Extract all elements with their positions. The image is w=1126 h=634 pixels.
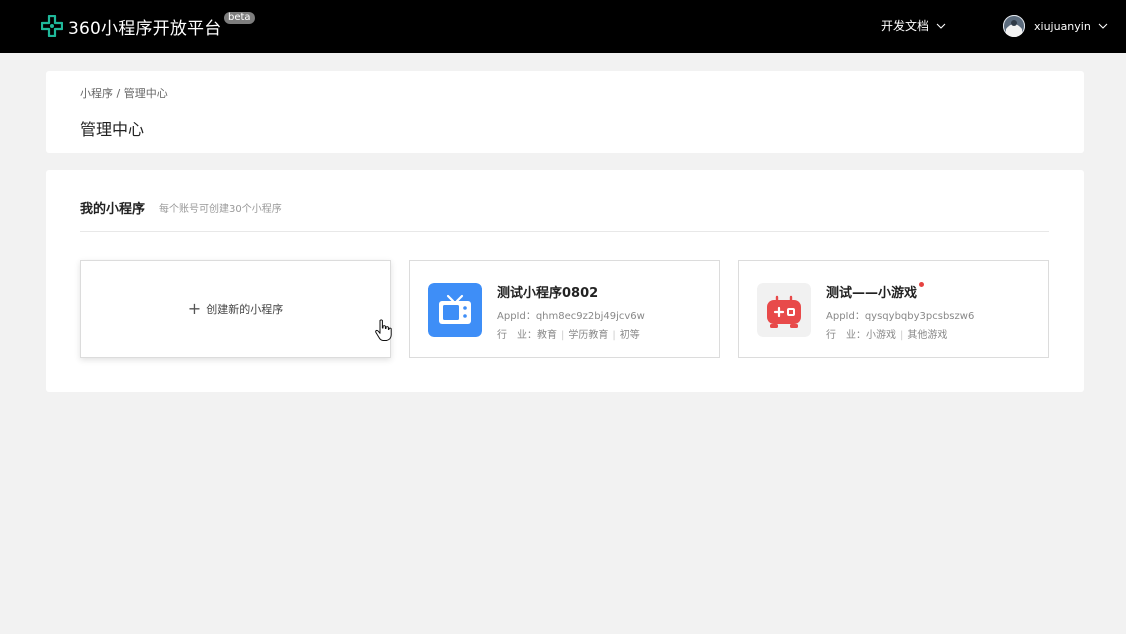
breadcrumb-item-manage: 管理中心 (123, 87, 168, 100)
platform-logo[interactable]: 360小程序开放平台 (41, 12, 221, 40)
miniprogram-card[interactable]: 测试小程序0802 AppId：qhm8ec9z2bj49jcv6w 行 业：教… (409, 260, 720, 358)
tv-icon (428, 283, 482, 337)
chevron-down-icon (1098, 23, 1108, 29)
breadcrumb-separator: / (113, 87, 124, 100)
app-name: 测试——小游戏 (826, 282, 925, 301)
industry-label: 行 业： (497, 330, 537, 341)
tag-separator: | (561, 330, 565, 341)
create-miniprogram-button[interactable]: + 创建新的小程序 (81, 261, 390, 357)
gamepad-icon (757, 283, 811, 337)
create-miniprogram-label: 创建新的小程序 (206, 303, 284, 316)
industry-label: 行 业： (826, 330, 866, 341)
avatar-image-icon (1003, 15, 1025, 37)
logo-text: 360小程序开放平台 (68, 18, 222, 39)
section-title: 我的小程序 (80, 202, 146, 217)
breadcrumb-item-miniprogram[interactable]: 小程序 (80, 87, 113, 100)
username: xiujuanyin (1034, 19, 1091, 33)
my-miniprograms-panel: 我的小程序 每个账号可创建30个小程序 + 创建新的小程序 测试小程序0802 … (46, 170, 1084, 392)
app-industry: 行 业：教育 | 学历教育 | 初等 (497, 326, 640, 341)
divider (80, 231, 1049, 232)
industry-tag: 教育 (537, 330, 557, 341)
app-name: 测试小程序0802 (497, 286, 599, 301)
app-name-text: 测试——小游戏 (826, 286, 918, 301)
page-header-panel: 小程序 / 管理中心 管理中心 (46, 71, 1084, 153)
hand-cursor-icon (375, 319, 392, 341)
docs-menu-label: 开发文档 (881, 19, 930, 33)
industry-tag: 小游戏 (866, 330, 896, 341)
new-dot-badge (919, 282, 925, 287)
tag-separator: | (612, 330, 616, 341)
chevron-down-icon (936, 23, 946, 29)
top-nav-bar: 360小程序开放平台 beta 开发文档 xiujuanyin (0, 0, 1126, 53)
industry-tag: 学历教育 (568, 330, 609, 341)
app-id: AppId：qhm8ec9z2bj49jcv6w (497, 311, 645, 322)
section-hint: 每个账号可创建30个小程序 (159, 204, 282, 215)
user-menu[interactable]: xiujuanyin (1003, 14, 1108, 38)
miniprogram-card[interactable]: 测试——小游戏 AppId：qysqybqby3pcsbszw6 行 业：小游戏… (738, 260, 1049, 358)
industry-tag: 初等 (619, 330, 640, 341)
plus-icon: + (187, 299, 202, 318)
breadcrumb: 小程序 / 管理中心 (80, 85, 168, 101)
create-miniprogram-card[interactable]: + 创建新的小程序 (80, 260, 392, 358)
avatar (1003, 15, 1025, 37)
page-title: 管理中心 (80, 120, 145, 139)
app-id: AppId：qysqybqby3pcsbszw6 (826, 311, 975, 322)
docs-menu[interactable]: 开发文档 (881, 17, 946, 34)
app-industry: 行 业：小游戏 | 其他游戏 (826, 326, 947, 341)
beta-badge: beta (224, 12, 255, 24)
logo-cross-icon (41, 15, 63, 37)
industry-tag: 其他游戏 (907, 330, 948, 341)
tag-separator: | (900, 330, 904, 341)
